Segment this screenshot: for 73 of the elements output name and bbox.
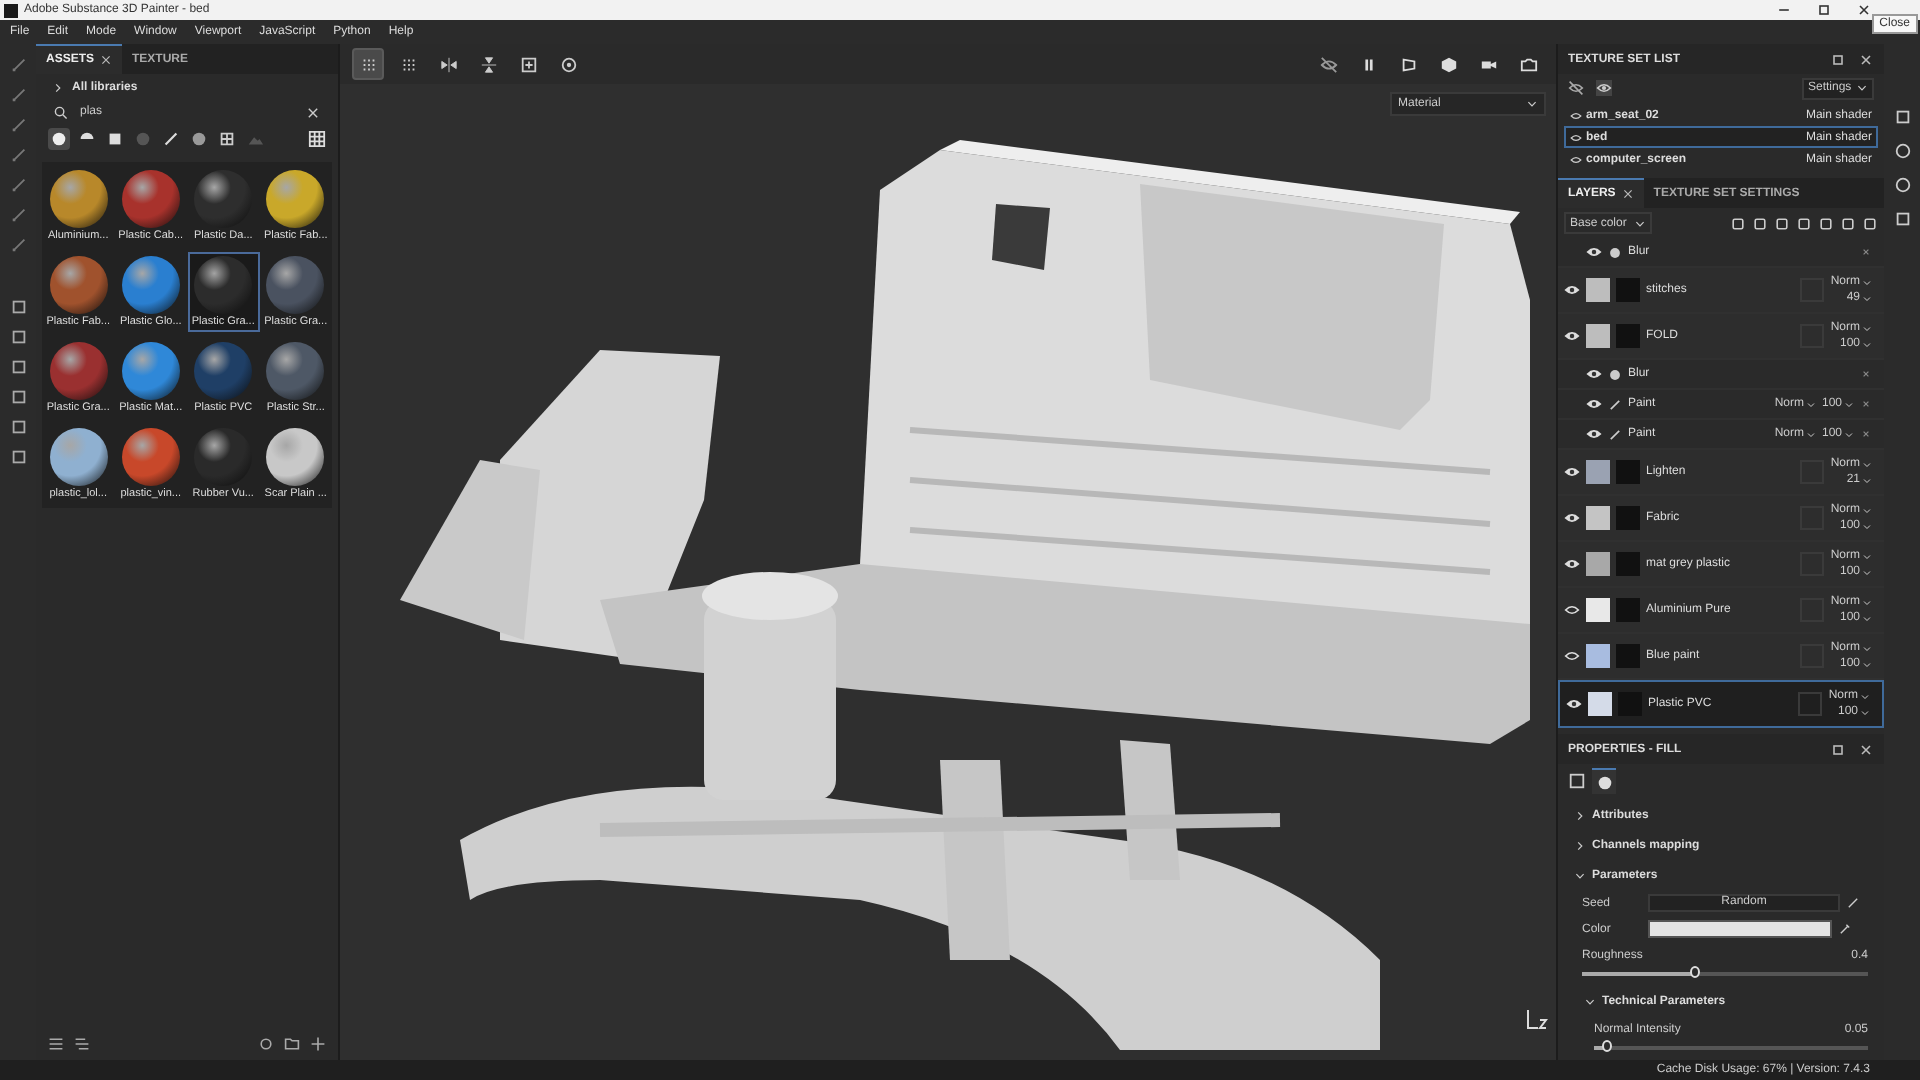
eye-icon[interactable]	[1564, 556, 1580, 572]
eye-icon[interactable]	[1586, 244, 1602, 260]
maximize-icon[interactable]	[1816, 2, 1832, 18]
eye-icon[interactable]	[1564, 602, 1580, 618]
close-icon[interactable]	[1856, 2, 1872, 18]
mask-thumbnail	[1616, 278, 1640, 302]
material-tab[interactable]	[1592, 768, 1616, 794]
eye-icon[interactable]	[1564, 510, 1580, 526]
mask-thumbnail	[1616, 552, 1640, 576]
eye-icon[interactable]	[1564, 648, 1580, 664]
app-logo-icon	[4, 3, 18, 17]
filter-square-icon[interactable]	[104, 128, 126, 150]
chevron-icon	[1574, 869, 1586, 881]
axis-gizmo-icon	[1524, 1008, 1548, 1032]
eye-icon[interactable]	[1586, 366, 1602, 382]
list-icon[interactable]	[48, 1036, 64, 1052]
caret-icon	[1805, 399, 1816, 409]
brush-icon	[1608, 397, 1622, 411]
caret-icon	[1526, 98, 1538, 110]
clear-icon[interactable]	[306, 105, 320, 119]
eye-icon[interactable]	[1586, 426, 1602, 442]
chevron-icon	[1574, 809, 1586, 821]
close-tab-icon[interactable]	[100, 54, 113, 66]
chevron-icon	[52, 81, 64, 93]
mask-thumbnail	[1616, 644, 1640, 668]
pencil-icon[interactable]	[1846, 896, 1860, 910]
eye-icon[interactable]	[1586, 396, 1602, 412]
caret-icon	[1844, 429, 1854, 439]
detach-icon[interactable]	[1830, 51, 1846, 67]
mask-thumbnail	[1616, 506, 1640, 530]
filter-brush-icon[interactable]	[160, 128, 182, 150]
eye-icon[interactable]	[1596, 80, 1612, 96]
eye-icon[interactable]	[1564, 282, 1580, 298]
hide-icon[interactable]	[1568, 80, 1584, 96]
mask-thumbnail	[1616, 460, 1640, 484]
brush-icon	[1608, 427, 1622, 441]
grid-icon[interactable]	[352, 48, 384, 80]
search-icon	[54, 105, 68, 119]
filter-grid-icon[interactable]	[216, 128, 238, 150]
caret-icon	[1844, 399, 1854, 409]
filter-sphere-icon[interactable]	[48, 128, 70, 150]
remove-icon[interactable]	[1860, 246, 1872, 258]
add-icon[interactable]	[310, 1036, 326, 1052]
chevron-icon	[1584, 995, 1596, 1007]
remove-icon[interactable]	[1860, 368, 1872, 380]
slider-thumb[interactable]	[1601, 1040, 1612, 1052]
filter-icon	[1608, 245, 1622, 259]
caret-icon	[1634, 217, 1646, 229]
display-icon[interactable]	[1893, 108, 1911, 126]
mask-thumbnail	[1616, 598, 1640, 622]
slider-thumb[interactable]	[1690, 966, 1701, 978]
eye-icon[interactable]	[1564, 328, 1580, 344]
grid-view-icon[interactable]	[308, 130, 326, 148]
mask-thumbnail	[1616, 324, 1640, 348]
color-swatch[interactable]	[1648, 920, 1832, 938]
brush-icon[interactable]	[9, 56, 27, 74]
close-icon[interactable]	[1858, 741, 1874, 757]
eye-icon[interactable]	[1564, 464, 1580, 480]
close-icon[interactable]	[1858, 51, 1874, 67]
clipboard-icon[interactable]	[1893, 210, 1911, 228]
layer-tab[interactable]	[1564, 769, 1588, 793]
remove-icon[interactable]	[1860, 398, 1872, 410]
eye-icon[interactable]	[1566, 696, 1582, 712]
caret-icon	[1856, 82, 1868, 94]
list-icon[interactable]	[74, 1036, 90, 1052]
filter-dots-icon[interactable]	[188, 128, 210, 150]
circle-icon[interactable]	[258, 1036, 274, 1052]
remove-icon[interactable]	[1860, 428, 1872, 440]
detach-icon[interactable]	[1830, 741, 1846, 757]
chevron-icon	[1574, 839, 1586, 851]
caret-icon	[1805, 429, 1816, 439]
close-tab-icon[interactable]	[1621, 188, 1634, 200]
filter-icon	[1608, 367, 1622, 381]
